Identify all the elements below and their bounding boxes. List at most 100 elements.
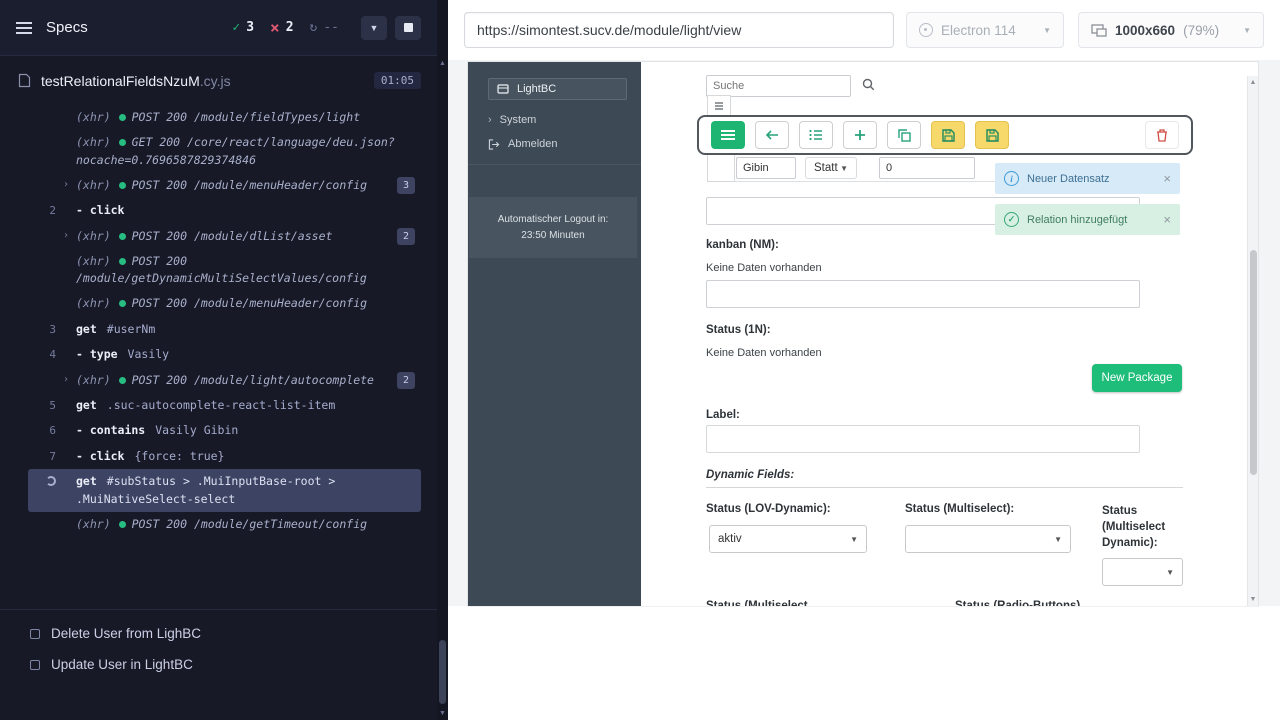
scrollbar-thumb[interactable]	[439, 640, 446, 704]
trash-icon	[1157, 128, 1167, 142]
kanban-input[interactable]	[706, 280, 1140, 308]
stop-button[interactable]	[395, 15, 421, 40]
record-name-field[interactable]	[736, 157, 796, 179]
collapsed-tests: Delete User from LighBC Update User in L…	[0, 609, 437, 720]
stat-failed: × 2	[270, 18, 294, 37]
copy-button[interactable]	[887, 121, 921, 149]
multiselect-dynamic-select[interactable]: ▼	[1102, 558, 1183, 586]
save-icon	[985, 128, 999, 142]
log-entry-xhr[interactable]: (xhr) POST 200 /module/getTimeout/config	[28, 512, 421, 537]
divider	[468, 164, 641, 165]
menu-list-button[interactable]	[711, 121, 745, 149]
save-button[interactable]	[931, 121, 965, 149]
log-entry-command[interactable]: 6 - contains Vasily Gibin	[28, 418, 421, 444]
success-dot	[118, 139, 126, 147]
search-icon[interactable]	[862, 78, 875, 94]
success-dot	[118, 232, 126, 240]
test-title[interactable]: Delete User from LighBC	[0, 618, 437, 649]
reporter-actions: ▼	[361, 15, 421, 40]
nav-item-lightbc[interactable]: LightBC	[488, 78, 627, 100]
add-button[interactable]	[843, 121, 877, 149]
log-entry-xhr[interactable]: (xhr) POST 200 /module/menuHeader/config	[28, 291, 421, 316]
spec-timer: 01:05	[373, 72, 421, 89]
clipped-label-right: Status (Radio-Buttons)	[955, 600, 1081, 606]
log-entry-xhr[interactable]: (xhr) GET 200 /core/react/language/deu.js…	[28, 130, 421, 173]
app-sidebar: LightBC › System Abmelden Automatischer …	[468, 62, 641, 606]
scroll-up-icon[interactable]: ▲	[1248, 79, 1258, 86]
scroll-up-icon[interactable]: ▲	[437, 60, 448, 67]
chevron-down-icon: ▼	[1243, 25, 1251, 35]
toast-info[interactable]: i Neuer Datensatz ×	[995, 163, 1180, 194]
stat-passed: ✓ 3	[232, 20, 255, 35]
expand-icon[interactable]: ›	[56, 228, 76, 243]
back-button[interactable]	[755, 121, 789, 149]
search-input[interactable]	[706, 75, 851, 97]
menu-icon	[721, 130, 735, 140]
check-icon: ✓	[232, 20, 241, 35]
log-entry-command[interactable]: 3 get #userNm	[28, 317, 421, 343]
log-entry-xhr[interactable]: (xhr) POST 200 /module/getDynamicMultiSel…	[28, 249, 421, 292]
stage-header: https://simontest.sucv.de/module/light/v…	[448, 0, 1280, 60]
dynamic-fields-heading: Dynamic Fields:	[706, 469, 795, 481]
new-package-button[interactable]: New Package	[1092, 364, 1182, 392]
grid-menu-cell[interactable]	[707, 95, 731, 116]
record-number-field[interactable]	[879, 157, 975, 179]
success-dot	[118, 181, 126, 189]
test-stats: ✓ 3 × 2 ↻ --	[232, 18, 339, 37]
nav-item-abmelden[interactable]: Abmelden	[468, 132, 641, 156]
log-entry-command-active[interactable]: get #subStatus > .MuiInputBase-root > .Mu…	[28, 469, 421, 512]
close-icon[interactable]: ×	[1163, 213, 1171, 226]
test-box-icon	[30, 659, 40, 670]
multiselect-label: Status (Multiselect):	[905, 503, 1015, 515]
scroll-down-icon[interactable]: ▼	[1248, 596, 1258, 603]
log-entry-command[interactable]: 2 - click	[28, 198, 421, 224]
delete-button[interactable]	[1145, 121, 1179, 149]
log-entry-command[interactable]: 7 - click {force: true}	[28, 444, 421, 470]
test-title[interactable]: Update User in LightBC	[0, 649, 437, 680]
log-entry-xhr-group[interactable]: › (xhr) POST 200 /module/menuHeader/confi…	[28, 173, 421, 198]
close-icon[interactable]: ×	[1163, 172, 1171, 185]
chevron-down-icon: ▼	[369, 22, 379, 33]
collapse-button[interactable]: ▼	[361, 15, 387, 40]
browser-select[interactable]: Electron 114 ▼	[906, 12, 1064, 48]
app-scrollbar[interactable]: ▲ ▼	[1247, 76, 1258, 606]
scrollbar-thumb[interactable]	[1250, 250, 1257, 475]
record-status-select[interactable]: Statt ▼	[805, 157, 857, 179]
lov-dynamic-label: Status (LOV-Dynamic):	[706, 503, 831, 515]
log-entry-command[interactable]: 5 get .suc-autocomplete-react-list-item	[28, 393, 421, 419]
arrow-left-icon	[765, 130, 778, 140]
expand-icon[interactable]: ›	[56, 177, 76, 192]
log-entry-xhr[interactable]: (xhr) POST 200 /module/fieldTypes/light	[28, 105, 421, 130]
scroll-down-icon[interactable]: ▼	[437, 710, 448, 717]
label-input[interactable]	[706, 425, 1140, 453]
record-select-cell[interactable]	[707, 154, 735, 182]
module-icon	[497, 84, 509, 94]
status-1n-empty-text: Keine Daten vorhanden	[706, 347, 822, 359]
menu-icon[interactable]	[16, 26, 32, 29]
x-icon: ×	[270, 18, 280, 37]
log-entry-xhr-group[interactable]: › (xhr) POST 200 /module/dlList/asset 2	[28, 224, 421, 249]
url-bar[interactable]: https://simontest.sucv.de/module/light/v…	[464, 12, 894, 48]
toast-success[interactable]: ✓ Relation hinzugefügt ×	[995, 204, 1180, 235]
lov-dynamic-select[interactable]: aktiv ▼	[709, 525, 867, 553]
nav-item-system[interactable]: › System	[468, 108, 641, 132]
test-box-icon	[30, 628, 40, 639]
count-badge: 2	[396, 227, 415, 245]
stage: https://simontest.sucv.de/module/light/v…	[448, 0, 1280, 720]
multiselect-select[interactable]: ▼	[905, 525, 1071, 553]
spec-file-row[interactable]: testRelationalFieldsNzuM.cy.js 01:05	[0, 56, 437, 103]
kanban-empty-text: Keine Daten vorhanden	[706, 262, 822, 274]
stop-icon	[403, 23, 413, 32]
specs-title: Specs	[46, 19, 88, 36]
save-new-button[interactable]	[975, 121, 1009, 149]
list-view-button[interactable]	[799, 121, 833, 149]
log-entry-command[interactable]: 4 - type Vasily	[28, 342, 421, 368]
log-entry-xhr-group[interactable]: › (xhr) POST 200 /module/light/autocomple…	[28, 368, 421, 393]
chevron-down-icon: ▼	[840, 163, 848, 173]
viewport-select[interactable]: 1000x660 (79%) ▼	[1078, 12, 1264, 48]
success-dot	[118, 300, 126, 308]
expand-icon[interactable]: ›	[56, 372, 76, 387]
reporter-scrollbar[interactable]: ▲ ▼	[437, 0, 448, 720]
row-menu-icon	[715, 101, 723, 110]
count-badge: 2	[396, 371, 415, 389]
